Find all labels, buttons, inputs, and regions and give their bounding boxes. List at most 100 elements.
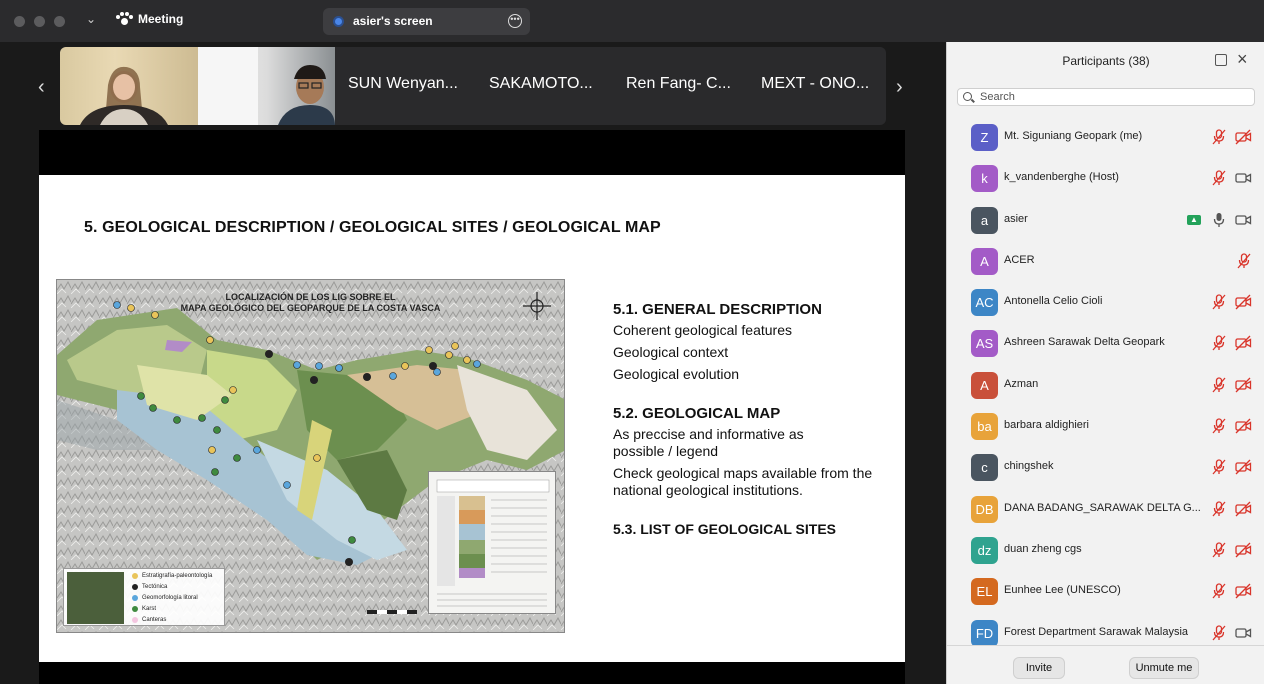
person-video-icon — [198, 47, 335, 125]
prev-page-arrow-icon[interactable]: ‹ — [38, 76, 45, 99]
participants-footer: Invite Unmute me — [947, 645, 1264, 684]
video-icon[interactable] — [1235, 625, 1252, 641]
participant-row[interactable]: A ACER — [947, 240, 1264, 281]
video-tile-name[interactable]: MEXT - ONO... — [761, 75, 869, 93]
map-legend: Estratigrafía-paleontología Tectónica Ge… — [63, 568, 225, 626]
legend-item: Canteras — [132, 617, 166, 623]
avatar: A — [971, 247, 998, 275]
mic-muted-icon[interactable] — [1212, 129, 1226, 145]
map-stratigraphy-panel — [428, 471, 556, 614]
mic-icon[interactable] — [1212, 212, 1226, 228]
section-heading: 5.3. LIST OF GEOLOGICAL SITES — [613, 521, 836, 537]
participant-name: Mt. Siguniang Geopark (me) — [1004, 130, 1143, 142]
mic-muted-icon[interactable] — [1212, 459, 1226, 475]
participant-row[interactable]: a asier ▲ — [947, 199, 1264, 240]
chevron-down-icon[interactable]: ⌄ — [86, 12, 96, 26]
mic-muted-icon[interactable] — [1212, 418, 1226, 434]
stratigraphic-column-icon — [436, 479, 550, 607]
video-tile-name[interactable]: SUN Wenyan... — [348, 75, 458, 93]
avatar: DB — [971, 495, 998, 523]
participant-row[interactable]: DB DANA BADANG_SARAWAK DELTA G... — [947, 488, 1264, 529]
video-off-icon[interactable] — [1235, 542, 1252, 558]
mic-muted-icon[interactable] — [1212, 335, 1226, 351]
participant-name: Forest Department Sarawak Malaysia — [1004, 625, 1189, 638]
video-off-icon[interactable] — [1235, 294, 1252, 310]
map-title-line: LOCALIZACIÓN DE LOS LIG SOBRE EL — [225, 292, 396, 302]
video-off-icon[interactable] — [1235, 418, 1252, 434]
person-video-icon — [80, 66, 168, 125]
mic-muted-icon[interactable] — [1212, 501, 1226, 517]
share-indicator-icon — [335, 18, 342, 25]
avatar: dz — [971, 536, 998, 564]
mic-muted-icon[interactable] — [1212, 377, 1226, 393]
legend-item: Geomorfología litoral — [132, 595, 198, 601]
video-icon[interactable] — [1235, 170, 1252, 186]
video-tile-name[interactable]: SAKAMOTO... — [489, 75, 593, 93]
participant-row[interactable]: ba barbara aldighieri — [947, 405, 1264, 446]
participant-name: Eunhee Lee (UNESCO) — [1004, 584, 1121, 597]
title-bar: ⌄ Meeting asier's screen ••• — [0, 0, 1264, 42]
participant-row[interactable]: AS Ashreen Sarawak Delta Geopark — [947, 322, 1264, 363]
video-off-icon[interactable] — [1235, 459, 1252, 475]
meeting-title-text: Meeting — [138, 12, 184, 26]
legend-item: Estratigrafía-paleontología — [132, 573, 212, 579]
video-icon[interactable] — [1235, 212, 1252, 228]
mic-muted-icon[interactable] — [1212, 624, 1226, 641]
video-tile-participant-1[interactable] — [60, 47, 198, 125]
paw-icon — [116, 12, 133, 26]
participant-row[interactable]: k k_vandenberghe (Host) — [947, 157, 1264, 198]
participant-row[interactable]: AC Antonella Celio Cioli — [947, 281, 1264, 322]
geological-map: LOCALIZACIÓN DE LOS LIG SOBRE EL MAPA GE… — [56, 279, 565, 633]
invite-button[interactable]: Invite — [1013, 657, 1065, 679]
map-title-line: MAPA GEOLÓGICO DEL GEOPARQUE DE LA COSTA… — [180, 303, 441, 313]
section-heading: 5.1. GENERAL DESCRIPTION — [613, 301, 822, 318]
avatar: A — [971, 371, 998, 399]
close-icon[interactable]: × — [1237, 49, 1248, 70]
slide-sections: 5.1. GENERAL DESCRIPTION Coherent geolog… — [613, 301, 873, 541]
participant-row[interactable]: EL Eunhee Lee (UNESCO) — [947, 570, 1264, 611]
minimize-window-button[interactable] — [34, 16, 45, 27]
legend-item: Karst — [132, 606, 156, 612]
mic-muted-icon[interactable] — [1212, 170, 1226, 186]
next-page-arrow-icon[interactable]: › — [896, 76, 903, 99]
location-inset-map — [67, 572, 124, 624]
meeting-title: Meeting — [116, 12, 183, 26]
avatar: ba — [971, 413, 998, 441]
participant-name: asier — [1004, 212, 1028, 225]
map-title: LOCALIZACIÓN DE LOS LIG SOBRE EL MAPA GE… — [57, 292, 564, 314]
close-window-button[interactable] — [14, 16, 25, 27]
unmute-me-button[interactable]: Unmute me — [1129, 657, 1199, 679]
participant-search[interactable] — [957, 88, 1255, 106]
participant-row[interactable]: c chingshek — [947, 446, 1264, 487]
video-off-icon[interactable] — [1235, 129, 1252, 145]
search-icon — [963, 92, 972, 101]
video-off-icon[interactable] — [1235, 335, 1252, 351]
video-off-icon[interactable] — [1235, 501, 1252, 517]
participant-name: DANA BADANG_SARAWAK DELTA G... — [1004, 501, 1201, 514]
more-options-icon[interactable]: ••• — [508, 14, 522, 28]
mic-muted-icon[interactable] — [1237, 253, 1251, 269]
video-tile-name[interactable]: Ren Fang- C... — [626, 75, 731, 93]
participant-name: Ashreen Sarawak Delta Geopark — [1004, 336, 1165, 349]
video-off-icon[interactable] — [1235, 377, 1252, 393]
zoom-window-button[interactable] — [54, 16, 65, 27]
presentation-slide: 5. GEOLOGICAL DESCRIPTION / GEOLOGICAL S… — [39, 175, 905, 662]
mic-muted-icon[interactable] — [1212, 583, 1226, 599]
participant-name: barbara aldighieri — [1004, 419, 1089, 432]
mic-muted-icon[interactable] — [1212, 542, 1226, 558]
participant-row[interactable]: A Azman — [947, 364, 1264, 405]
participant-row[interactable]: dz duan zheng cgs — [947, 529, 1264, 570]
participant-name: duan zheng cgs — [1004, 542, 1082, 555]
video-strip: SUN Wenyan... SAKAMOTO... Ren Fang- C...… — [60, 47, 886, 125]
avatar: AS — [971, 330, 998, 358]
participant-name: Azman — [1004, 377, 1039, 390]
popout-icon[interactable] — [1215, 54, 1227, 66]
search-input[interactable] — [980, 90, 1240, 104]
participant-row[interactable]: Z Mt. Siguniang Geopark (me) — [947, 116, 1264, 157]
avatar: FD — [971, 619, 998, 647]
mic-muted-icon[interactable] — [1212, 294, 1226, 310]
screen-share-pill[interactable]: asier's screen ••• — [323, 8, 530, 35]
section-line: Geological context — [613, 344, 729, 360]
video-tile-participant-2[interactable] — [198, 47, 335, 125]
video-off-icon[interactable] — [1235, 583, 1252, 599]
